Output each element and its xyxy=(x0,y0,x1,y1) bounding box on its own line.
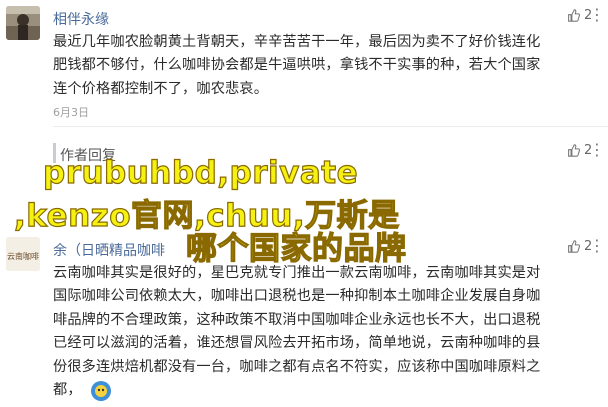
more-options-icon[interactable]: ⋮ xyxy=(589,236,605,255)
avatar[interactable] xyxy=(6,6,40,40)
comment-line: 连个价格都控制不了，咖农悲哀。 xyxy=(53,80,269,97)
overlay-text-line-1: prubuhbd,private xyxy=(42,154,359,191)
comment-body: 最近几年咖农脸朝黄土背朝天，辛辛苦苦干一年，最后因为卖不了好价钱连化 肥钱都不够… xyxy=(53,31,603,101)
comment-line-text: 都， xyxy=(53,382,82,399)
comment-line: 都， xyxy=(53,379,603,402)
comment-username[interactable]: 相伴永缘 xyxy=(53,9,109,29)
comment-date: 6月3日 xyxy=(53,106,89,119)
thumbs-up-icon xyxy=(568,240,580,253)
comment-username[interactable]: 余（日晒精品咖啡 xyxy=(53,240,165,260)
avatar-text: 云南咖啡 xyxy=(7,251,39,261)
thumbs-up-icon xyxy=(568,9,580,22)
divider xyxy=(53,126,608,127)
comment-line: 国际咖啡公司依赖太大，咖啡出口退税也是一种抑制本土咖啡企业发展自身咖 xyxy=(53,288,541,305)
more-options-icon[interactable]: ⋮ xyxy=(589,140,605,159)
overlay-text-line-3: 哪个国家的品牌 xyxy=(185,230,407,267)
emoji-icon xyxy=(90,380,111,401)
avatar[interactable]: 云南咖啡 xyxy=(6,237,40,271)
comment-line: 份很多连烘焙机都没有一台，咖啡之都有点名不符实，应该称中国咖啡原料之 xyxy=(53,358,541,375)
comment-line: 已经可以滋润的活着，谁还想冒风险去开拓市场，简单地说，云南种咖啡的县 xyxy=(53,335,541,352)
comment-body: 云南咖啡其实是很好的，星巴克就专门推出一款云南咖啡，云南咖啡其实是对 国际咖啡公… xyxy=(53,262,603,402)
more-options-icon[interactable]: ⋮ xyxy=(589,5,605,24)
comment-line: 啡品牌的不合理政策，这种政策不取消中国咖啡企业永远也长不大，出口退税 xyxy=(53,311,541,328)
comment-line: 肥钱都不够付，什么咖啡协会都是牛逼哄哄，拿钱不干实事的种，若大个国家 xyxy=(53,57,541,74)
comment-line: 最近几年咖农脸朝黄土背朝天，辛辛苦苦干一年，最后因为卖不了好价钱连化 xyxy=(53,34,541,50)
thumbs-up-icon xyxy=(568,144,580,157)
